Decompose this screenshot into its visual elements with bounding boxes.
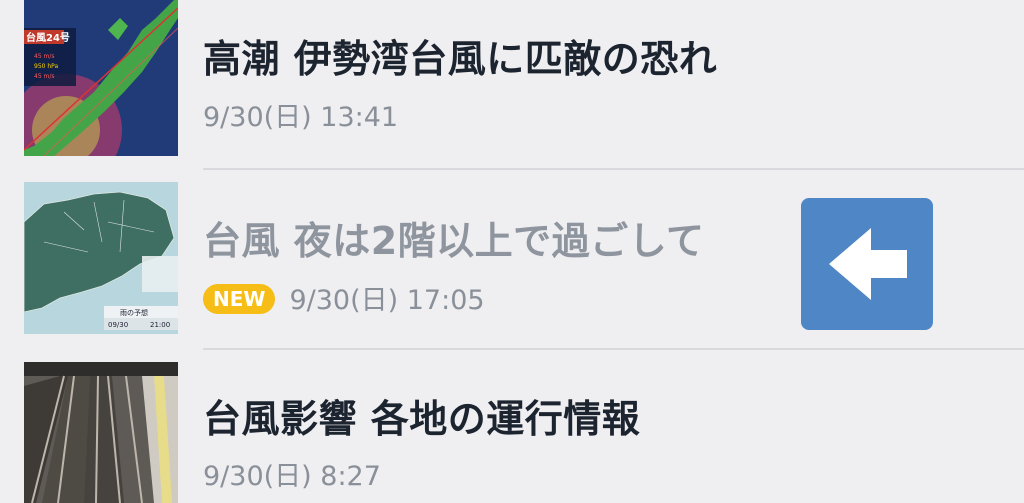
article-title[interactable]: 台風影響 各地の運行情報 xyxy=(203,388,640,443)
article-title[interactable]: 台風 夜は2階以上で過ごして xyxy=(203,210,705,265)
forecast-time: 21:00 xyxy=(150,321,170,329)
article-timestamp: 9/30(日) 8:27 xyxy=(203,461,381,492)
article-meta: NEW 9/30(日) 17:05 xyxy=(203,278,485,317)
news-item-train-info[interactable]: 台風影響 各地の運行情報 9/30(日) 8:27 xyxy=(0,350,1024,503)
news-item-storm-surge[interactable]: 台風24号 45 m/s 950 hPa 45 m/s 高潮 伊勢湾台風に匹敵の… xyxy=(0,0,1024,170)
rain-forecast-thumbnail: 雨の予想 09/30 21:00 xyxy=(24,182,178,334)
typhoon-legend-3: 45 m/s xyxy=(34,73,55,80)
forecast-caption: 雨の予想 xyxy=(120,308,148,317)
forecast-date: 09/30 xyxy=(108,321,128,329)
typhoon-legend-1: 45 m/s xyxy=(34,53,55,60)
typhoon-legend-2: 950 hPa xyxy=(34,63,59,70)
article-title[interactable]: 高潮 伊勢湾台風に匹敵の恐れ xyxy=(203,28,717,83)
new-badge: NEW xyxy=(203,284,276,314)
typhoon-caption: 台風24号 xyxy=(26,31,70,44)
back-button[interactable] xyxy=(801,198,933,330)
article-timestamp: 9/30(日) 13:41 xyxy=(203,102,399,133)
article-timestamp: 9/30(日) 17:05 xyxy=(289,285,485,316)
arrow-left-icon xyxy=(829,228,907,300)
news-list: 台風24号 45 m/s 950 hPa 45 m/s 高潮 伊勢湾台風に匹敵の… xyxy=(0,0,1024,503)
typhoon-map-thumbnail: 台風24号 45 m/s 950 hPa 45 m/s xyxy=(24,0,178,156)
railway-thumbnail xyxy=(24,362,178,503)
